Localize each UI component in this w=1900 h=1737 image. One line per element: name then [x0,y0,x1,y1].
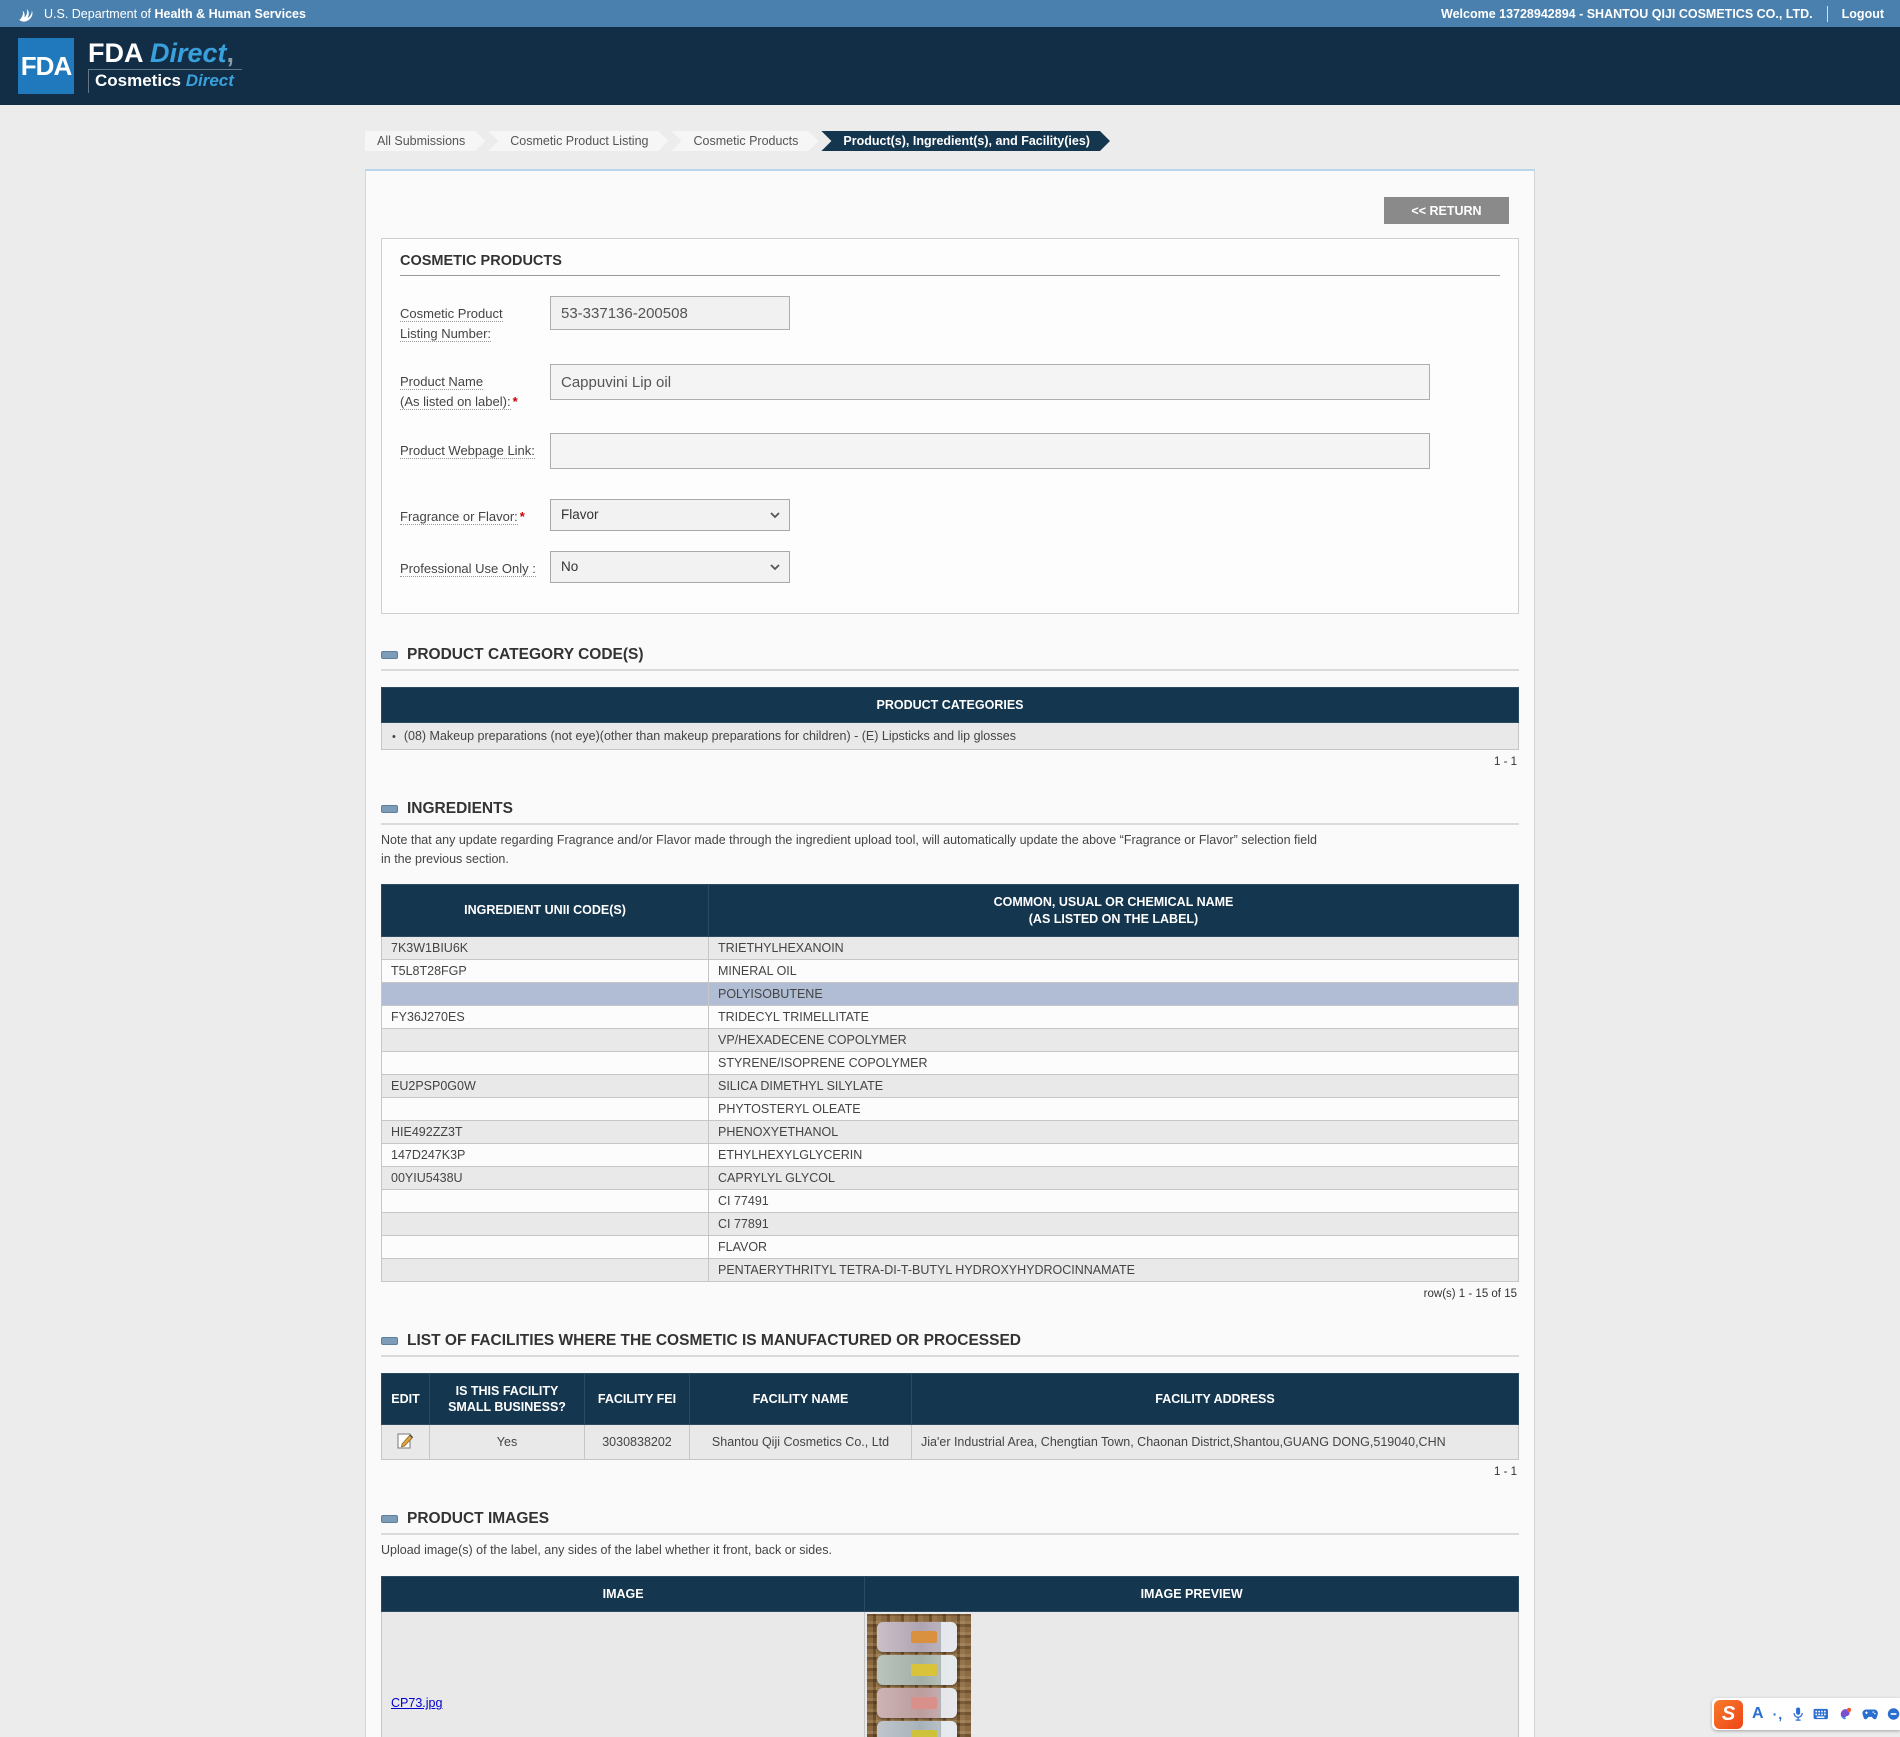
product-images-title: PRODUCT IMAGES [407,1510,549,1528]
ingredient-row-selected[interactable]: POLYISOBUTENE [382,982,1519,1005]
edit-facility-button[interactable] [397,1432,414,1452]
ingredient-row: CI 77491 [382,1189,1519,1212]
letter-A-icon[interactable]: A [1752,1705,1764,1723]
page: U.S. Department of Health & Human Servic… [0,0,1900,1737]
hhs-topbar: U.S. Department of Health & Human Servic… [0,0,1900,27]
fei-column-header: FACILITY FEI [585,1373,690,1425]
return-button[interactable]: << RETURN [1384,197,1509,224]
microphone-icon[interactable] [1792,1705,1804,1723]
facilities-table: EDIT IS THIS FACILITYSMALL BUSINESS? FAC… [381,1373,1519,1461]
fragrance-flavor-value: Flavor [561,507,599,522]
webpage-link-label: Product Webpage Link: [400,433,550,461]
small-business-column-header: IS THIS FACILITYSMALL BUSINESS? [430,1373,585,1425]
collapse-icon[interactable] [381,805,398,813]
ingredient-row: CI 77891 [382,1212,1519,1235]
listing-number-input[interactable] [550,296,790,330]
sogou-logo[interactable]: S [1714,1700,1743,1729]
ingredient-row: FLAVOR [382,1235,1519,1258]
breadcrumb-product-ingredient-facility: Product(s), Ingredient(s), and Facility(… [821,131,1110,151]
breadcrumb-all-submissions[interactable]: All Submissions [365,131,485,151]
ingredient-row: EU2PSP0G0WSILICA DIMETHYL SILYLATE [382,1074,1519,1097]
product-category-title: PRODUCT CATEGORY CODE(S) [407,646,644,664]
ingredient-row: T5L8T28FGPMINERAL OIL [382,959,1519,982]
ingredients-section-head: INGREDIENTS [381,800,1519,825]
image-column-header: IMAGE [382,1577,865,1612]
ingredients-table: INGREDIENT UNII CODE(S) COMMON, USUAL OR… [381,884,1519,1282]
product-image-preview[interactable] [867,1614,971,1737]
hhs-eagle-icon [16,4,36,24]
categories-pagination: 1 - 1 [381,756,1519,768]
pencil-edit-icon [397,1432,414,1449]
ingredients-note: Note that any update regarding Fragrance… [381,831,1519,869]
ingredient-row: HIE492ZZ3TPHENOXYETHANOL [382,1120,1519,1143]
fda-logo[interactable]: FDA [18,38,74,94]
welcome-text: Welcome 13728942894 - SHANTOU QIJI COSME… [1441,7,1813,21]
chevron-down-icon [769,509,781,521]
listing-number-label: Cosmetic Product Listing Number: [400,296,550,344]
main-card: << RETURN COSMETIC PRODUCTS Cosmetic Pro… [365,169,1535,1737]
facility-row: Yes 3030838202 Shantou Qiji Cosmetics Co… [382,1425,1519,1460]
breadcrumb: All Submissions Cosmetic Product Listing… [365,131,1535,151]
keyboard-icon[interactable] [1813,1707,1829,1721]
ingredient-row: STYRENE/ISOPRENE COPOLYMER [382,1051,1519,1074]
collapse-icon[interactable] [381,651,398,659]
product-images-table: IMAGE IMAGE PREVIEW CP73.jpg [381,1576,1519,1737]
ingredient-row: PHYTOSTERYL OLEATE [382,1097,1519,1120]
brand-title: FDA Direct, Cosmetics Direct [88,39,242,93]
cosmetic-products-panel: COSMETIC PRODUCTS Cosmetic Product Listi… [381,238,1519,614]
ingredient-row: FY36J270ESTRIDECYL TRIMELLITATE [382,1005,1519,1028]
fragrance-flavor-label: Fragrance or Flavor:* [400,499,550,527]
ingredient-row: VP/HEXADECENE COPOLYMER [382,1028,1519,1051]
edit-column-header: EDIT [382,1373,430,1425]
ingredients-title: INGREDIENTS [407,800,513,818]
unii-column-header: INGREDIENT UNII CODE(S) [382,885,709,937]
ingredient-row: PENTAERYTHRITYL TETRA-DI-T-BUTYL HYDROXY… [382,1258,1519,1281]
fragrance-flavor-select[interactable]: Flavor [550,499,790,531]
image-preview-column-header: IMAGE PREVIEW [865,1577,1519,1612]
professional-use-label: Professional Use Only : [400,551,550,579]
product-name-label: Product Name (As listed on label):* [400,364,550,412]
breadcrumb-cosmetic-product-listing[interactable]: Cosmetic Product Listing [488,131,668,151]
ime-toolbar: S A ·, [1712,1698,1900,1730]
breadcrumb-cosmetic-products[interactable]: Cosmetic Products [672,131,819,151]
webpage-link-input[interactable] [550,433,1430,469]
product-categories-header: PRODUCT CATEGORIES [382,687,1519,722]
category-row: •(08) Makeup preparations (not eye)(othe… [382,722,1519,749]
collapse-icon[interactable] [381,1515,398,1523]
ingredients-pagination: row(s) 1 - 15 of 15 [381,1288,1519,1300]
app-header: FDA FDA Direct, Cosmetics Direct [0,27,1900,105]
product-category-section-head: PRODUCT CATEGORY CODE(S) [381,646,1519,671]
image-row: CP73.jpg [382,1612,1519,1737]
professional-use-select[interactable]: No [550,551,790,583]
clipped-icon[interactable] [1887,1706,1900,1722]
product-categories-table: PRODUCT CATEGORIES •(08) Makeup preparat… [381,687,1519,750]
topbar-divider [1827,6,1828,22]
product-images-note: Upload image(s) of the label, any sides … [381,1541,1519,1560]
panel-title: COSMETIC PRODUCTS [400,253,1500,276]
facility-address-column-header: FACILITY ADDRESS [912,1373,1519,1425]
chemical-name-column-header: COMMON, USUAL OR CHEMICAL NAME(AS LISTED… [709,885,1519,937]
palette-icon[interactable] [1838,1705,1853,1723]
dept-title: U.S. Department of Health & Human Servic… [44,7,306,21]
facilities-pagination: 1 - 1 [381,1466,1519,1478]
punctuation-icon[interactable]: ·, [1773,1706,1784,1722]
image-file-link[interactable]: CP73.jpg [391,1696,442,1710]
lip-oil-tubes [877,1622,957,1737]
product-images-section-head: PRODUCT IMAGES [381,1510,1519,1535]
ingredient-row: 7K3W1BIU6KTRIETHYLHEXANOIN [382,936,1519,959]
logout-link[interactable]: Logout [1842,7,1884,21]
chevron-down-icon [769,561,781,573]
professional-use-value: No [561,559,578,574]
facilities-title: LIST OF FACILITIES WHERE THE COSMETIC IS… [407,1332,1021,1350]
bullet-icon: • [392,731,396,743]
ingredient-row: 147D247K3PETHYLHEXYLGLYCERIN [382,1143,1519,1166]
ingredient-row: 00YIU5438UCAPRYLYL GLYCOL [382,1166,1519,1189]
facilities-section-head: LIST OF FACILITIES WHERE THE COSMETIC IS… [381,1332,1519,1357]
product-name-input[interactable] [550,364,1430,400]
controller-icon[interactable] [1862,1707,1878,1721]
collapse-icon[interactable] [381,1337,398,1345]
facility-name-column-header: FACILITY NAME [690,1373,912,1425]
